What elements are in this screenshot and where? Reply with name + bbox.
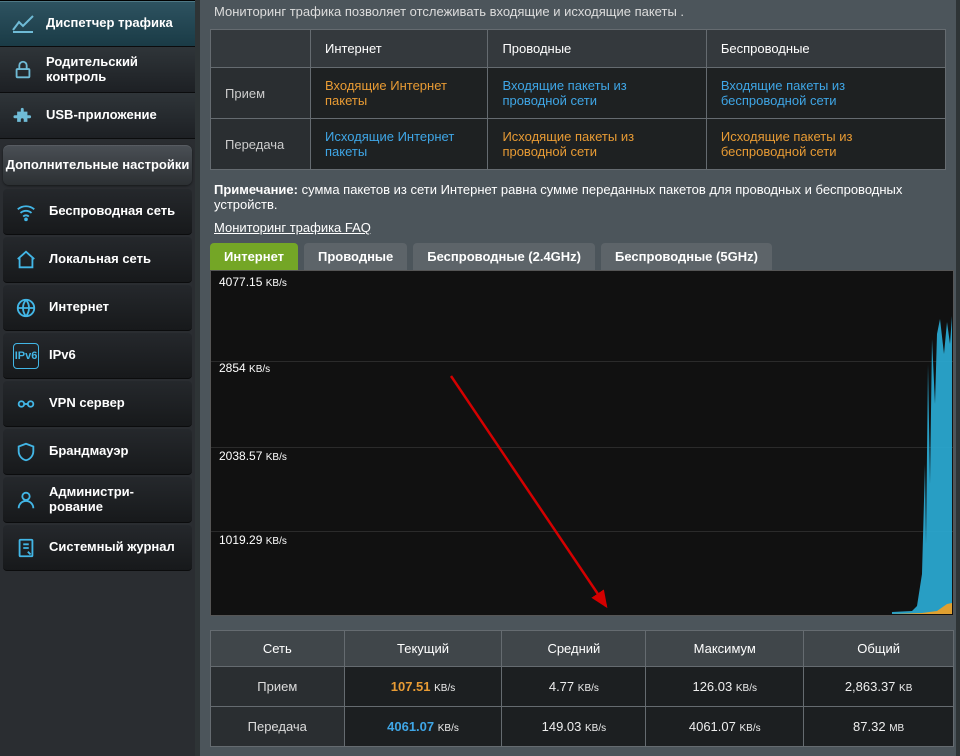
shield-icon (13, 439, 39, 465)
sidebar-item-usb-app[interactable]: USB-приложение (0, 93, 195, 139)
sidebar-item-label: VPN сервер (49, 396, 125, 410)
link-incoming-wired[interactable]: Входящие пакеты из проводной сети (502, 78, 626, 108)
tab-wired[interactable]: Проводные (304, 243, 407, 270)
faq-link[interactable]: Мониторинг трафика FAQ (214, 220, 371, 235)
sidebar-item-label: Родительский контроль (46, 55, 195, 85)
stats-cell-avg: 149.03 KB/s (502, 707, 646, 747)
link-incoming-internet[interactable]: Входящие Интернет пакеты (325, 78, 447, 108)
stats-row-transmit: Передача 4061.07 KB/s 149.03 KB/s 4061.0… (211, 707, 954, 747)
stats-cell-current: 107.51 KB/s (344, 667, 502, 707)
link-outgoing-wired[interactable]: Исходящие пакеты из проводной сети (502, 129, 634, 159)
tab-wireless24[interactable]: Беспроводные (2.4GHz) (413, 243, 595, 270)
stats-cell-total: 87.32 MB (804, 707, 954, 747)
log-icon (13, 535, 39, 561)
stats-row-head: Прием (211, 667, 345, 707)
traffic-tabs: Интернет Проводные Беспроводные (2.4GHz)… (204, 243, 952, 270)
stats-th-max: Максимум (646, 631, 804, 667)
advanced-settings-title: Дополнительные настройки (3, 145, 192, 185)
sidebar-item-label: Администри- рование (49, 485, 134, 514)
stats-row-receive: Прием 107.51 KB/s 4.77 KB/s 126.03 KB/s … (211, 667, 954, 707)
traffic-stats-table: Сеть Текущий Средний Максимум Общий Прие… (210, 630, 954, 747)
traffic-chart-area (892, 314, 952, 614)
sidebar-item-label: USB-приложение (46, 108, 157, 123)
y-tick-2: 2038.57 KB/s (219, 449, 287, 463)
sidebar-item-label: Системный журнал (49, 540, 175, 554)
sidebar: Диспетчер трафика Родительский контроль … (0, 0, 195, 756)
stats-th-avg: Средний (502, 631, 646, 667)
tab-internet[interactable]: Интернет (210, 243, 298, 270)
link-outgoing-wireless[interactable]: Исходящие пакеты из беспроводной сети (721, 129, 853, 159)
note-label: Примечание: (214, 182, 298, 197)
tab-wireless5[interactable]: Беспроводные (5GHz) (601, 243, 772, 270)
dir-th-internet: Интернет (311, 30, 488, 68)
ipv6-icon: IPv6 (13, 343, 39, 369)
sidebar-item-label: Интернет (49, 300, 109, 314)
stats-cell-avg: 4.77 KB/s (502, 667, 646, 707)
dir-th-wireless: Беспроводные (706, 30, 945, 68)
note-text: Примечание: сумма пакетов из сети Интерн… (204, 178, 952, 216)
sidebar-item-wireless[interactable]: Беспроводная сеть (3, 189, 192, 235)
stats-th-cur: Текущий (344, 631, 502, 667)
sidebar-item-traffic-manager[interactable]: Диспетчер трафика (0, 1, 195, 47)
y-tick-4: 4077.15 KB/s (219, 275, 287, 289)
packet-direction-table: Интернет Проводные Беспроводные Прием Вх… (210, 29, 946, 170)
stats-cell-max: 126.03 KB/s (646, 667, 804, 707)
annotation-arrow (441, 371, 621, 611)
wifi-icon (13, 199, 39, 225)
stats-row-head: Передача (211, 707, 345, 747)
user-icon (13, 487, 39, 513)
stats-cell-max: 4061.07 KB/s (646, 707, 804, 747)
sidebar-item-ipv6[interactable]: IPv6 IPv6 (3, 333, 192, 379)
dir-th-blank (211, 30, 311, 68)
sidebar-item-label: Диспетчер трафика (46, 16, 173, 31)
globe-icon (13, 295, 39, 321)
sidebar-item-syslog[interactable]: Системный журнал (3, 525, 192, 571)
home-icon (13, 247, 39, 273)
sidebar-item-lan[interactable]: Локальная сеть (3, 237, 192, 283)
dir-th-wired: Проводные (488, 30, 706, 68)
advanced-menu: Беспроводная сеть Локальная сеть Интерне… (0, 189, 195, 571)
y-tick-3: 2854 KB/s (219, 361, 270, 375)
dir-row-head: Прием (211, 68, 311, 119)
sidebar-item-firewall[interactable]: Брандмауэр (3, 429, 192, 475)
stats-th-total: Общий (804, 631, 954, 667)
dir-row-head: Передача (211, 119, 311, 170)
intro-text: Мониторинг трафика позволяет отслеживать… (204, 0, 952, 25)
y-tick-1: 1019.29 KB/s (219, 533, 287, 547)
stats-cell-total: 2,863.37 KB (804, 667, 954, 707)
sidebar-item-label: Локальная сеть (49, 252, 151, 266)
link-incoming-wireless[interactable]: Входящие пакеты из беспроводной сети (721, 78, 845, 108)
traffic-chart: 4077.15 KB/s 2854 KB/s 2038.57 KB/s 1019… (210, 270, 954, 616)
link-outgoing-internet[interactable]: Исходящие Интернет пакеты (325, 129, 454, 159)
puzzle-icon (10, 103, 36, 129)
note-body: сумма пакетов из сети Интернет равна сум… (214, 182, 902, 212)
main-panel: Мониторинг трафика позволяет отслеживать… (200, 0, 956, 756)
sidebar-item-label: IPv6 (49, 348, 76, 362)
traffic-icon (10, 11, 36, 37)
main-menu: Диспетчер трафика Родительский контроль … (0, 0, 195, 139)
sidebar-item-parental-control[interactable]: Родительский контроль (0, 47, 195, 93)
sidebar-item-wan[interactable]: Интернет (3, 285, 192, 331)
dir-row-receive: Прием Входящие Интернет пакеты Входящие … (211, 68, 946, 119)
sidebar-item-label: Брандмауэр (49, 444, 128, 458)
stats-cell-current: 4061.07 KB/s (344, 707, 502, 747)
stats-th-net: Сеть (211, 631, 345, 667)
sidebar-item-vpn[interactable]: VPN сервер (3, 381, 192, 427)
sidebar-item-admin[interactable]: Администри- рование (3, 477, 192, 523)
dir-row-transmit: Передача Исходящие Интернет пакеты Исход… (211, 119, 946, 170)
vpn-icon (13, 391, 39, 417)
sidebar-item-label: Беспроводная сеть (49, 204, 175, 218)
lock-icon (10, 57, 36, 83)
